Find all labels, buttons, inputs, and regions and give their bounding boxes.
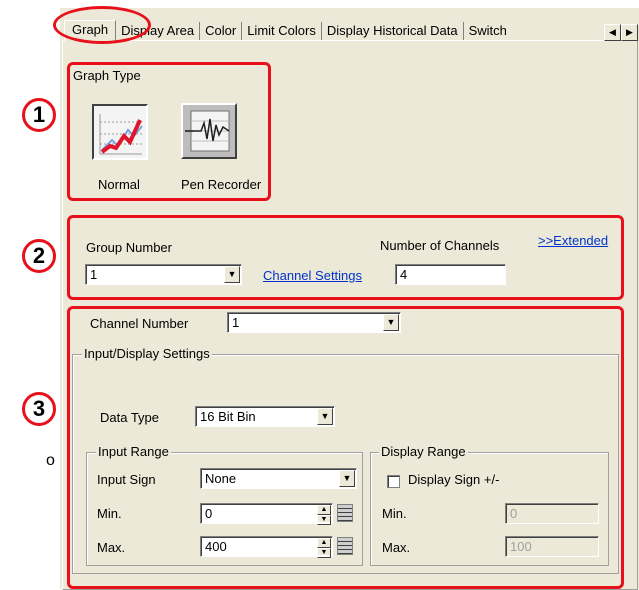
callout-badge-3: 3: [22, 392, 56, 426]
callout-badge-1: 1: [22, 98, 56, 132]
callout-badge-2: 2: [22, 239, 56, 273]
graph-type-highlight-box: [67, 62, 271, 201]
tab-color[interactable]: Color: [200, 22, 243, 40]
graph-tab-highlight: [53, 6, 151, 44]
tab-limit-colors[interactable]: Limit Colors: [242, 22, 322, 40]
tab-display-historical-data[interactable]: Display Historical Data: [321, 22, 464, 40]
group-highlight-box: [67, 215, 624, 300]
tab-scroll-left-button[interactable]: ◀: [604, 24, 621, 41]
tab-scroll-right-button[interactable]: ▶: [621, 24, 638, 41]
cropped-side-text: o: [46, 452, 55, 469]
tab-switch[interactable]: Switch: [463, 22, 512, 40]
channel-highlight-box: [67, 306, 624, 589]
